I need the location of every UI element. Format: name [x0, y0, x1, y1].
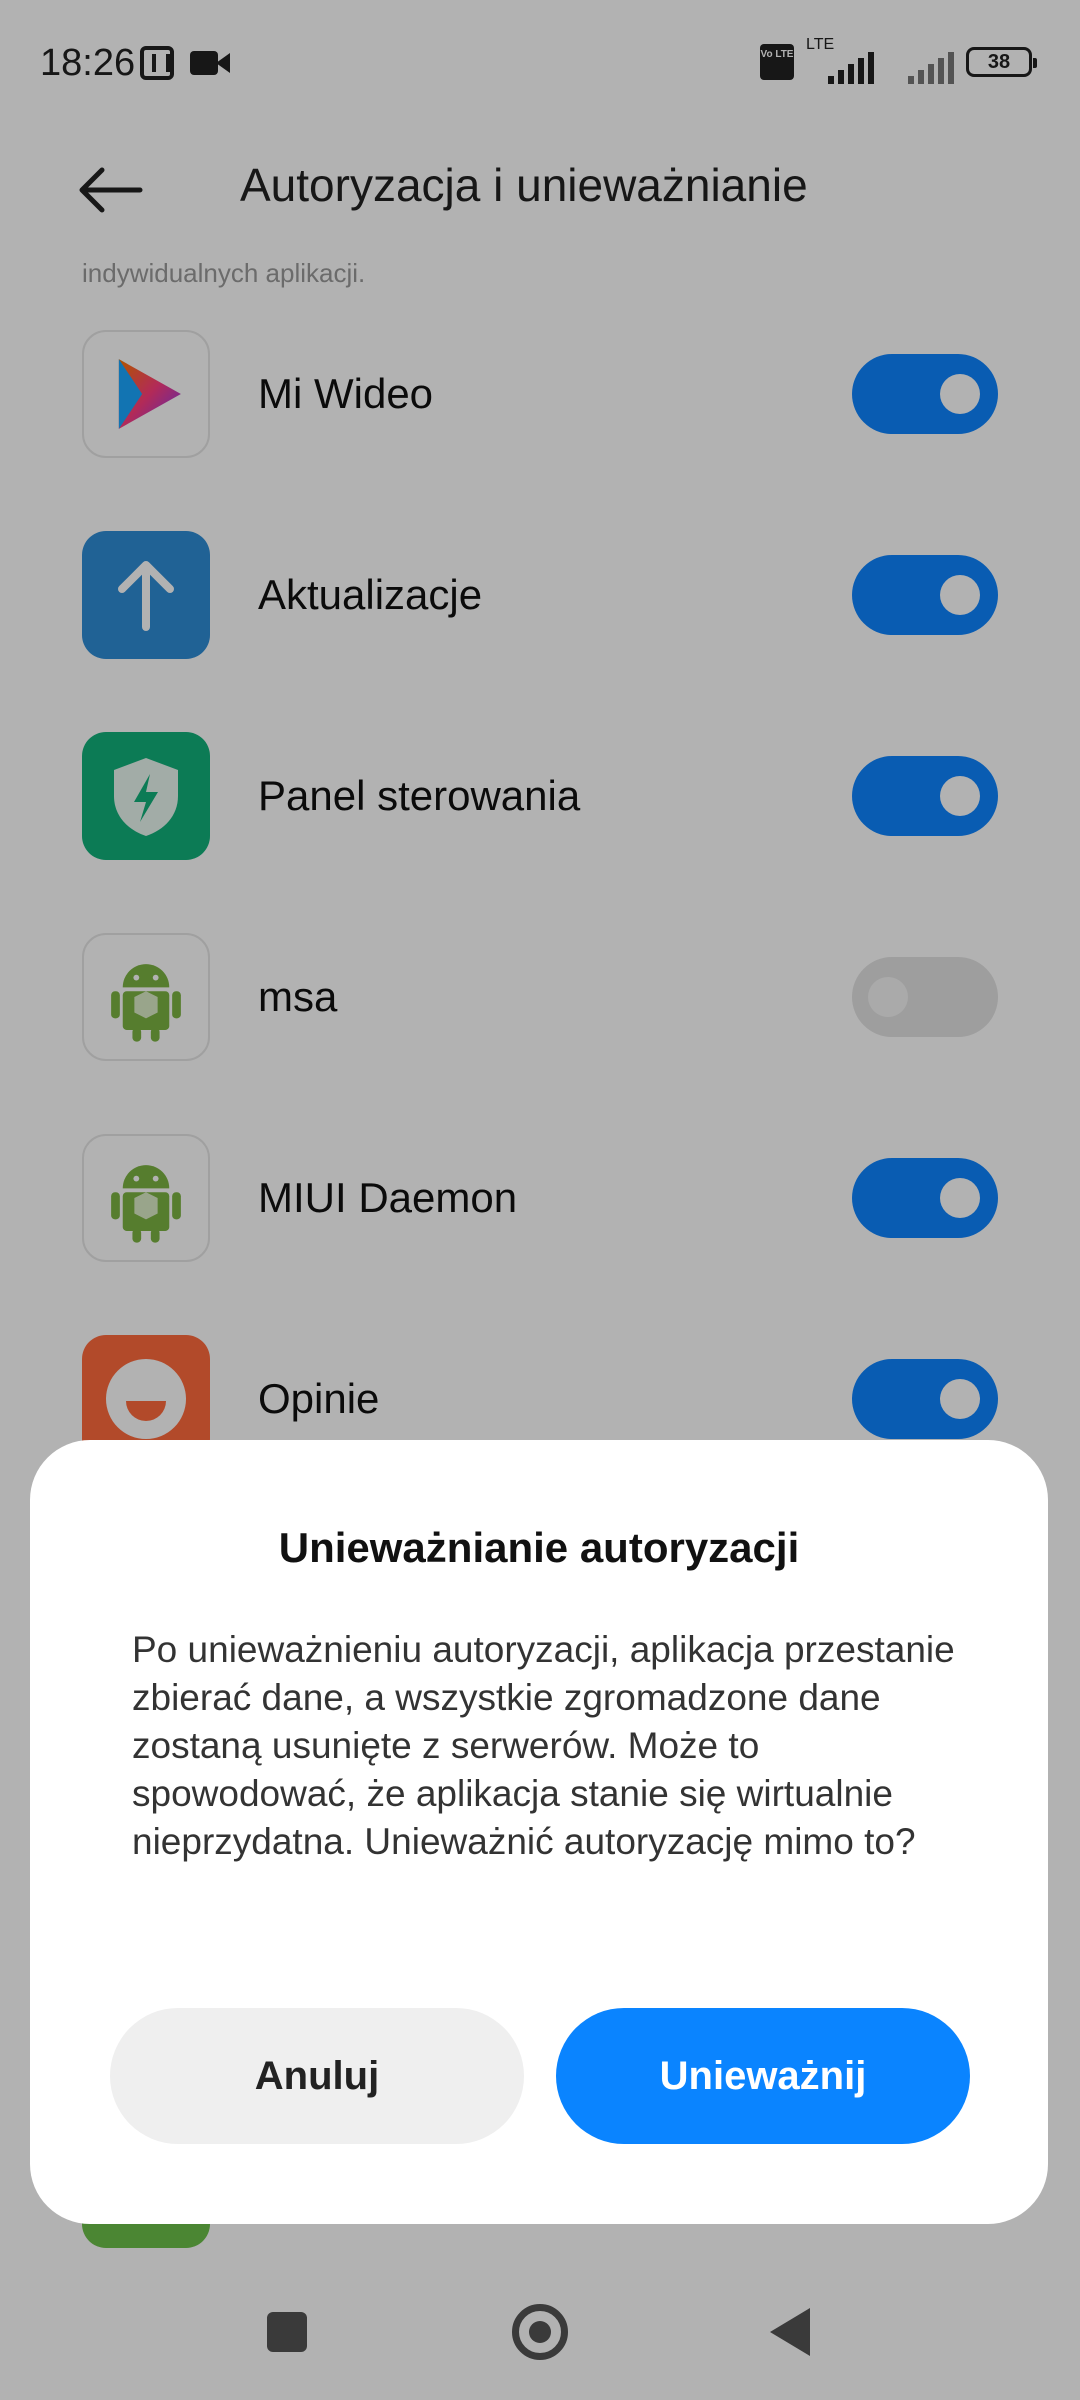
- navigation-bar: [0, 2260, 1080, 2400]
- dialog-message: Po unieważnieniu autoryzacji, aplikacja …: [132, 1629, 955, 1862]
- recent-apps-button[interactable]: [267, 2312, 307, 2352]
- home-button[interactable]: [512, 2304, 568, 2360]
- revoke-dialog: Unieważnianie autoryzacji Po unieważnien…: [30, 1440, 1048, 2224]
- cancel-button[interactable]: Anuluj: [110, 2008, 524, 2144]
- dialog-title: Unieważnianie autoryzacji: [278, 1524, 800, 1571]
- revoke-button[interactable]: Unieważnij: [556, 2008, 970, 2144]
- nav-back-button[interactable]: [770, 2308, 810, 2356]
